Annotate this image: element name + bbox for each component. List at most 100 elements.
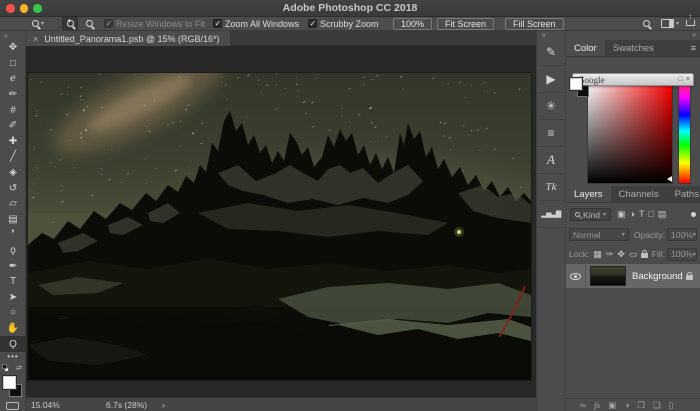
collapse-tools-chevron[interactable]: » — [0, 31, 25, 40]
link-layers-icon[interactable]: ∞ — [580, 400, 586, 410]
move-tool[interactable]: ✥ — [0, 40, 26, 56]
color-panel-body: Google □ × — [566, 57, 700, 186]
tab-color[interactable]: Color — [566, 40, 605, 56]
hue-slider[interactable] — [679, 83, 690, 183]
new-adjustment-layer-icon[interactable]: ◑ — [624, 400, 629, 410]
type-tool[interactable]: T — [0, 274, 26, 290]
glyphs-icon[interactable]: A — [537, 147, 565, 174]
healing-brush-tool[interactable]: ✚ — [0, 134, 26, 150]
opacity-label: Opacity: — [634, 230, 665, 240]
zoom-100-button[interactable]: 100% — [393, 18, 432, 30]
workspace-switcher[interactable]: ▾ — [661, 17, 679, 30]
layer-visibility-toggle[interactable] — [566, 264, 586, 288]
google-floating-window[interactable]: Google □ × — [572, 73, 694, 86]
filter-shape-layers-icon[interactable]: □ — [648, 209, 653, 219]
filter-kind-label: Kind — [583, 210, 600, 220]
opacity-dropdown[interactable]: 100% ▾ — [667, 228, 697, 241]
color-panel: Color Swatches ≡ Google □ × — [566, 40, 700, 186]
canvas-image[interactable] — [28, 73, 531, 380]
brush-tool[interactable]: ╱ — [0, 149, 26, 165]
lock-all-icon[interactable] — [641, 253, 648, 258]
status-menu-chevron[interactable]: › — [162, 400, 165, 410]
adjustments-icon[interactable]: ✳ — [537, 93, 565, 120]
foreground-color-swatch[interactable] — [3, 376, 16, 389]
tab-layers[interactable]: Layers — [566, 186, 611, 202]
default-colors-control[interactable]: ⇄ — [0, 364, 26, 375]
filter-type-layers-icon[interactable]: T — [639, 209, 645, 219]
screen-mode-button[interactable] — [6, 402, 19, 410]
swap-colors-icon[interactable]: ⇄ — [16, 364, 22, 372]
tab-swatches[interactable]: Swatches — [605, 40, 662, 56]
layer-effects-icon[interactable]: fx — [594, 400, 600, 410]
delete-layer-icon[interactable]: ▯ — [669, 400, 674, 411]
saturation-brightness-field[interactable] — [588, 83, 672, 183]
blend-mode-dropdown[interactable]: Normal ▾ — [569, 228, 629, 241]
layers-panel: Layers Channels Paths ≡ Kind ▾ ▣ ◑ T□ ▤ Nor… — [566, 186, 700, 411]
collapse-panels-chevron[interactable]: » — [692, 32, 696, 39]
fill-screen-button[interactable]: Fill Screen — [505, 18, 564, 30]
fill-dropdown[interactable]: 100% ▾ — [667, 248, 697, 261]
filter-smart-objects-icon[interactable]: ▤ — [658, 209, 667, 220]
lock-position-icon[interactable]: ✥ — [617, 249, 625, 260]
marquee-tool[interactable]: □ — [0, 56, 26, 72]
tab-channels[interactable]: Channels — [611, 186, 667, 202]
quick-selection-tool[interactable]: ✏ — [0, 87, 26, 103]
eraser-tool[interactable]: ▱ — [0, 196, 26, 212]
share-button[interactable] — [686, 14, 695, 27]
crop-tool[interactable]: # — [0, 102, 26, 118]
fit-screen-button[interactable]: Fit Screen — [437, 18, 494, 30]
eyedropper-tool[interactable]: ✐ — [0, 118, 26, 134]
filter-adjustment-layers-icon[interactable]: ◑ — [630, 209, 635, 219]
foreground-color-swatch[interactable] — [570, 78, 582, 90]
tool-preset-picker[interactable]: ▾ — [32, 17, 44, 30]
resize-windows-checkbox[interactable]: Resize Windows to Fit — [104, 17, 205, 30]
close-window-icon[interactable]: × — [686, 76, 690, 83]
tab-paths[interactable]: Paths — [667, 186, 700, 202]
new-group-icon[interactable]: ❐ — [637, 400, 645, 411]
layer-filter-kind-dropdown[interactable]: Kind ▾ — [570, 208, 611, 221]
hand-tool[interactable]: ✋ — [0, 321, 26, 337]
zoom-percentage-field[interactable]: 15.04% — [31, 400, 60, 410]
filter-pixel-layers-icon[interactable]: ▣ — [617, 209, 626, 220]
expand-dock-chevron[interactable]: « — [537, 31, 565, 39]
actions-icon[interactable]: ▶ — [537, 66, 565, 93]
add-layer-mask-icon[interactable]: ▣ — [608, 400, 616, 411]
gradient-tool[interactable]: ▤ — [0, 212, 26, 228]
canvas-pasteboard[interactable] — [26, 46, 536, 397]
scrubby-zoom-checkbox[interactable]: Scrubby Zoom — [308, 17, 379, 30]
layer-thumbnail[interactable] — [590, 266, 626, 286]
search-button[interactable] — [643, 17, 650, 30]
document-tab[interactable]: × Untitled_Panorama1.psb @ 15% (RGB/16*) — [26, 31, 230, 46]
clone-stamp-tool[interactable]: ◈ — [0, 165, 26, 181]
path-selection-tool[interactable]: ➤ — [0, 290, 26, 306]
maximize-window-icon[interactable]: □ — [679, 76, 683, 83]
history-brush-tool[interactable]: ↺ — [0, 180, 26, 196]
zoom-tool[interactable]: Ǫ — [0, 336, 26, 352]
layer-row-background[interactable]: Background — [566, 264, 700, 288]
document-tab-bar: × Untitled_Panorama1.psb @ 15% (RGB/16*) — [26, 31, 536, 46]
blur-tool[interactable]: ❜ — [0, 227, 26, 243]
paragraph-styles-icon[interactable]: ≡ — [537, 120, 565, 147]
zoom-out-button[interactable]: − — [81, 17, 97, 30]
lock-artboard-icon[interactable]: ▭ — [629, 249, 638, 260]
edit-toolbar-button[interactable]: ••• — [0, 352, 26, 364]
character-icon[interactable]: Tk — [537, 174, 565, 201]
panel-menu-icon[interactable]: ≡ — [687, 40, 700, 56]
lasso-tool[interactable]: ℯ — [0, 71, 26, 87]
layers-panel-tabs: Layers Channels Paths ≡ — [566, 186, 700, 203]
zoom-all-windows-checkbox[interactable]: Zoom All Windows — [213, 17, 299, 30]
window-titlebar: Adobe Photoshop CC 2018 — [0, 0, 700, 17]
close-tab-icon[interactable]: × — [33, 34, 38, 44]
ellipse-tool[interactable]: ○ — [0, 305, 26, 321]
zoom-in-button[interactable]: + — [62, 17, 78, 30]
lock-pixels-icon[interactable]: ✑ — [606, 249, 614, 260]
color-swatches-control — [0, 375, 26, 399]
dodge-tool[interactable]: ϙ — [0, 243, 26, 259]
pen-tool[interactable]: ✒ — [0, 258, 26, 274]
filter-toggle[interactable] — [691, 212, 696, 217]
histogram-icon[interactable]: ▂▅▃▇ — [537, 201, 565, 228]
brush-settings-icon[interactable]: ✎ — [537, 39, 565, 66]
new-layer-icon[interactable]: ❏ — [653, 400, 661, 411]
lock-transparency-icon[interactable]: ▦ — [593, 249, 602, 260]
document-info: 6.7s (28%) — [106, 400, 147, 410]
